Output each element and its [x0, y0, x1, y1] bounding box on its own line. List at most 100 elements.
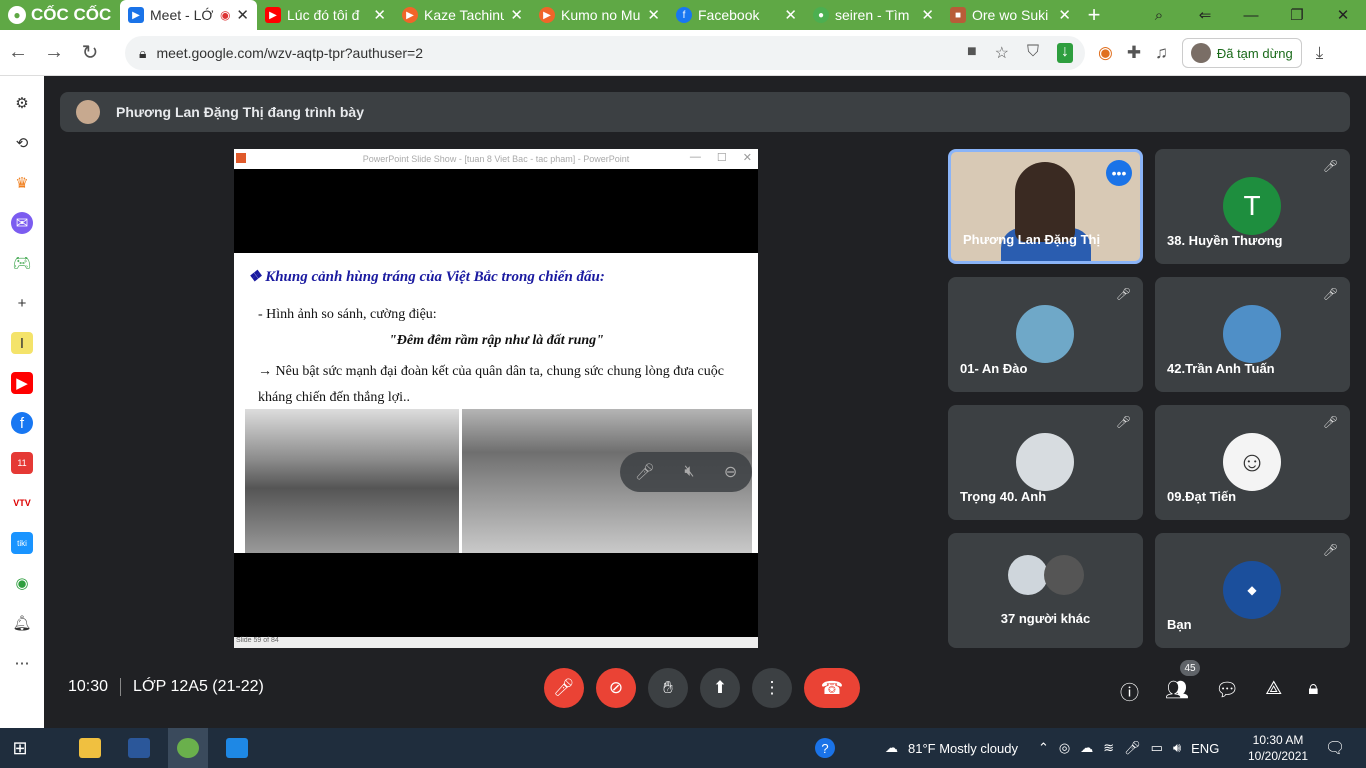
others-tile[interactable]: 37 người khác [948, 533, 1143, 648]
close-tab-icon[interactable]: ✕ [510, 6, 523, 24]
photos-app[interactable] [217, 728, 257, 768]
activities-icon[interactable]: ⟁ [1265, 678, 1282, 705]
minimize-button[interactable]: — [1228, 7, 1274, 24]
tab-meet[interactable]: ▶ Meet - LỚ ◉ ✕ [120, 0, 257, 30]
camera-tray-icon[interactable]: ◎ [1059, 740, 1070, 756]
tab-youtube[interactable]: ▶ Lúc đó tôi đ ✕ [257, 0, 394, 30]
chevron-up-icon[interactable]: ⌃ [1038, 740, 1049, 756]
close-tab-icon[interactable]: ✕ [236, 6, 249, 24]
back-history-icon[interactable]: ⇐ [1182, 6, 1228, 24]
mic-off-icon[interactable]: 🎤︎ [635, 462, 655, 482]
tiki-icon[interactable]: tiki [11, 532, 33, 554]
mic-tray-icon[interactable]: 🎤︎ [1124, 740, 1141, 756]
forward-button[interactable]: → [36, 41, 72, 64]
participant-tile[interactable]: 🎤︎ ☺ 09.Đạt Tiến [1155, 405, 1350, 520]
game-icon[interactable]: 🎮︎ [11, 252, 33, 274]
more-icon[interactable]: ⋯ [11, 652, 33, 674]
address-bar[interactable]: 🔒︎ meet.google.com/wzv-aqtp-tpr?authuser… [125, 36, 1085, 70]
help-icon[interactable]: ? [815, 738, 835, 758]
close-window-button[interactable]: ✕ [1320, 6, 1366, 24]
tab-kaze[interactable]: ▶ Kaze Tachinu ✕ [394, 0, 531, 30]
close-tab-icon[interactable]: ✕ [647, 6, 660, 24]
tab-facebook[interactable]: f Facebook ✕ [668, 0, 805, 30]
chat-icon[interactable]: 💬︎ [1215, 678, 1239, 705]
coccoc-extension-icon[interactable]: ◉ [1098, 43, 1113, 63]
tab-search-icon[interactable]: ⌕ [1136, 7, 1182, 24]
host-controls-icon[interactable]: 🔒︎ [1308, 678, 1318, 705]
mic-off-icon: 🎤︎ [1322, 543, 1338, 557]
new-tab-button[interactable]: + [1079, 2, 1109, 28]
tab-kumo[interactable]: ▶ Kumo no Mu ✕ [531, 0, 668, 30]
youtube-icon[interactable]: ▶ [11, 372, 33, 394]
more-options-button[interactable]: ⋮ [752, 668, 792, 708]
coccoc-app[interactable] [168, 728, 208, 768]
profile-paused-button[interactable]: Đã tạm dừng [1181, 38, 1302, 68]
camera-icon[interactable]: ■ [967, 43, 977, 63]
volume-icon[interactable]: 🔊︎ [1173, 740, 1181, 756]
mic-toggle-button[interactable]: 🎤︎ [544, 668, 584, 708]
lock-icon: 🔒︎ [139, 44, 147, 61]
participant-tile-self[interactable]: 🎤︎ ◆ Bạn [1155, 533, 1350, 648]
tab-title: Facebook [698, 7, 760, 23]
participant-tile[interactable]: 🎤︎ 01- An Đào [948, 277, 1143, 392]
crown-icon[interactable]: ♛ [11, 172, 33, 194]
shop-icon[interactable]: 11 [11, 452, 33, 474]
youtube-icon: ▶ [265, 7, 281, 23]
leave-call-button[interactable]: ☎ [804, 668, 860, 708]
coccoc-icon[interactable]: ◉ [11, 572, 33, 594]
audio-off-icon[interactable]: 🔇︎ [684, 463, 694, 481]
add-icon[interactable]: + [11, 292, 33, 314]
wifi-icon[interactable]: ≋ [1103, 740, 1114, 756]
maximize-button[interactable]: ❐ [1274, 6, 1320, 24]
shield-icon[interactable]: ⛉ [1027, 43, 1039, 63]
note-icon[interactable]: I [11, 332, 33, 354]
extensions-icon[interactable]: ✚ [1127, 43, 1141, 63]
download-icon[interactable]: ↓ [1057, 43, 1073, 63]
remove-icon[interactable]: ⊖ [724, 462, 737, 482]
notifications-icon[interactable]: 🗨︎ [1325, 738, 1345, 758]
tab-seiren[interactable]: ● seiren - Tìm ✕ [805, 0, 942, 30]
clock[interactable]: 10:30 AM 10/20/2021 [1248, 732, 1308, 764]
presenter-text: Phương Lan Đặng Thị đang trình bày [116, 104, 364, 120]
more-options-icon[interactable]: ••• [1106, 160, 1132, 186]
playlist-icon[interactable]: ♫ [1155, 43, 1168, 63]
coccoc-icon [177, 738, 199, 758]
camera-toggle-button[interactable]: ⊘ [596, 668, 636, 708]
language-indicator[interactable]: ENG [1191, 741, 1219, 756]
file-explorer-app[interactable] [70, 728, 110, 768]
camera-off-icon: ⊘ [608, 678, 624, 697]
recording-icon: ◉ [219, 8, 231, 22]
reload-button[interactable]: ↻ [72, 40, 108, 65]
cloud-icon[interactable]: ☁ [1080, 740, 1093, 756]
browser-sidebar: ⚙ ⟲ ♛ ✉ 🎮︎ + I ▶ f 11 VTV tiki ◉ 🔔︎ ⋯ [0, 76, 44, 728]
participant-tile[interactable]: 🎤︎ Trọng 40. Anh [948, 405, 1143, 520]
settings-icon[interactable]: ⚙ [11, 92, 33, 114]
word-app[interactable] [119, 728, 159, 768]
close-tab-icon[interactable]: ✕ [921, 6, 934, 24]
info-icon[interactable]: ⓘ [1120, 678, 1139, 705]
bell-icon[interactable]: 🔔︎ [11, 612, 33, 634]
downloads-icon[interactable]: ⤓ [1316, 43, 1324, 63]
close-tab-icon[interactable]: ✕ [784, 6, 797, 24]
battery-icon[interactable]: ▭ [1151, 740, 1163, 756]
facebook-icon[interactable]: f [11, 412, 33, 434]
weather-text[interactable]: 81°F Mostly cloudy [908, 741, 1018, 756]
vtv-icon[interactable]: VTV [11, 492, 33, 514]
close-tab-icon[interactable]: ✕ [373, 6, 386, 24]
close-tab-icon[interactable]: ✕ [1058, 6, 1071, 24]
bookmark-star-icon[interactable]: ☆ [995, 43, 1009, 63]
history-icon[interactable]: ⟲ [11, 132, 33, 154]
participant-tile[interactable]: 🎤︎ 42.Trần Anh Tuấn [1155, 277, 1350, 392]
participant-tile[interactable]: 🎤︎ T 38. Huyền Thương [1155, 149, 1350, 264]
raise-hand-button[interactable]: ✋︎ [648, 668, 688, 708]
messenger-icon[interactable]: ✉ [11, 212, 33, 234]
present-button[interactable]: ⬆ [700, 668, 740, 708]
people-icon[interactable]: 👥︎ [1165, 678, 1189, 705]
back-button[interactable]: ← [0, 41, 36, 64]
avatar [1008, 555, 1048, 595]
tab-ore[interactable]: ■ Ore wo Suki ✕ [942, 0, 1079, 30]
coccoc-logo[interactable]: ● CỐC CỐC [0, 0, 120, 30]
start-button[interactable]: ⊞ [0, 728, 40, 768]
participant-tile-speaker[interactable]: ••• Phương Lan Đặng Thị [948, 149, 1143, 264]
historical-photo-1 [245, 409, 459, 553]
